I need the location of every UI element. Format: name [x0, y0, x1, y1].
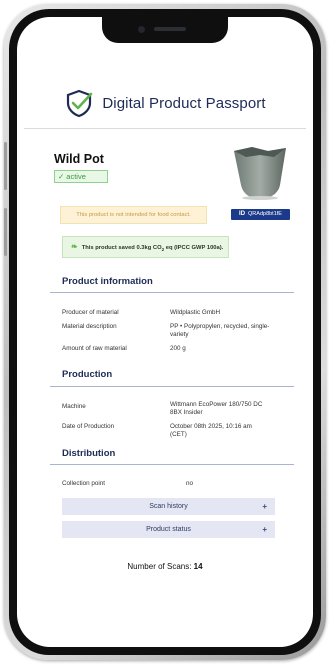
plus-icon: + [262, 525, 267, 534]
product-image [234, 147, 286, 200]
plus-icon: + [262, 502, 267, 511]
row-value: October 08th 2025, 10:16 am (CET) [170, 423, 252, 438]
section-title-distribution: Distribution [62, 448, 116, 459]
volume-down-button [4, 208, 7, 256]
status-label: active [66, 172, 86, 181]
scan-count-label: Number of Scans: [127, 562, 192, 571]
co2-saved-notice: ❧ This product saved 0.3kg CO2 eq (IPCC G… [62, 236, 229, 258]
id-label: ID [239, 211, 246, 217]
id-value: QRAdp8bt1fE [248, 211, 282, 217]
scan-count: Number of Scans: 14 [0, 562, 330, 571]
product-id-badge[interactable]: ID QRAdp8bt1fE [231, 209, 290, 220]
row-value: PP • Polypropylen, recycled, single-vari… [170, 323, 270, 338]
row-value: no [186, 480, 194, 487]
scan-history-accordion[interactable]: Scan history + [62, 498, 275, 515]
row-value: Wittmann EcoPower 180/750 DC 8BX Insider [170, 401, 263, 416]
scan-count-value: 14 [193, 562, 203, 571]
food-contact-warning: This product is not intended for food co… [60, 206, 207, 224]
row-label: Producer of material [62, 309, 119, 316]
status-badge: ✓ active [54, 170, 108, 183]
product-name: Wild Pot [54, 152, 104, 166]
co2-text: This product saved 0.3kg CO [81, 245, 162, 251]
row-value: Wildplastic GmbH [170, 309, 221, 316]
app-title: Digital Product Passport [102, 94, 266, 112]
row-label: Collection point [62, 480, 106, 487]
speaker-icon [154, 27, 186, 31]
accordion-label: Scan history [149, 503, 188, 510]
check-icon: ✓ [58, 172, 65, 181]
shield-check-icon [67, 89, 93, 118]
row-label: Amount of raw material [62, 345, 127, 352]
header-divider [24, 128, 306, 129]
row-value: 200 g [170, 345, 186, 352]
section-divider [50, 464, 294, 465]
row-label: Material description [62, 323, 117, 330]
section-title-product-information: Product information [62, 276, 153, 287]
section-divider [50, 386, 294, 387]
co2-tail: eq (IPCC GWP 100a). [164, 245, 224, 251]
accordion-label: Product status [146, 526, 191, 533]
volume-up-button [4, 142, 7, 190]
camera-icon [138, 26, 145, 33]
section-title-production: Production [62, 369, 113, 380]
row-label: Machine [62, 403, 86, 410]
section-divider [50, 292, 294, 293]
product-status-accordion[interactable]: Product status + [62, 521, 275, 538]
leaf-icon: ❧ [71, 242, 78, 251]
app-header: Digital Product Passport [0, 88, 330, 118]
row-label: Date of Production [62, 423, 115, 430]
phone-notch [102, 17, 228, 43]
